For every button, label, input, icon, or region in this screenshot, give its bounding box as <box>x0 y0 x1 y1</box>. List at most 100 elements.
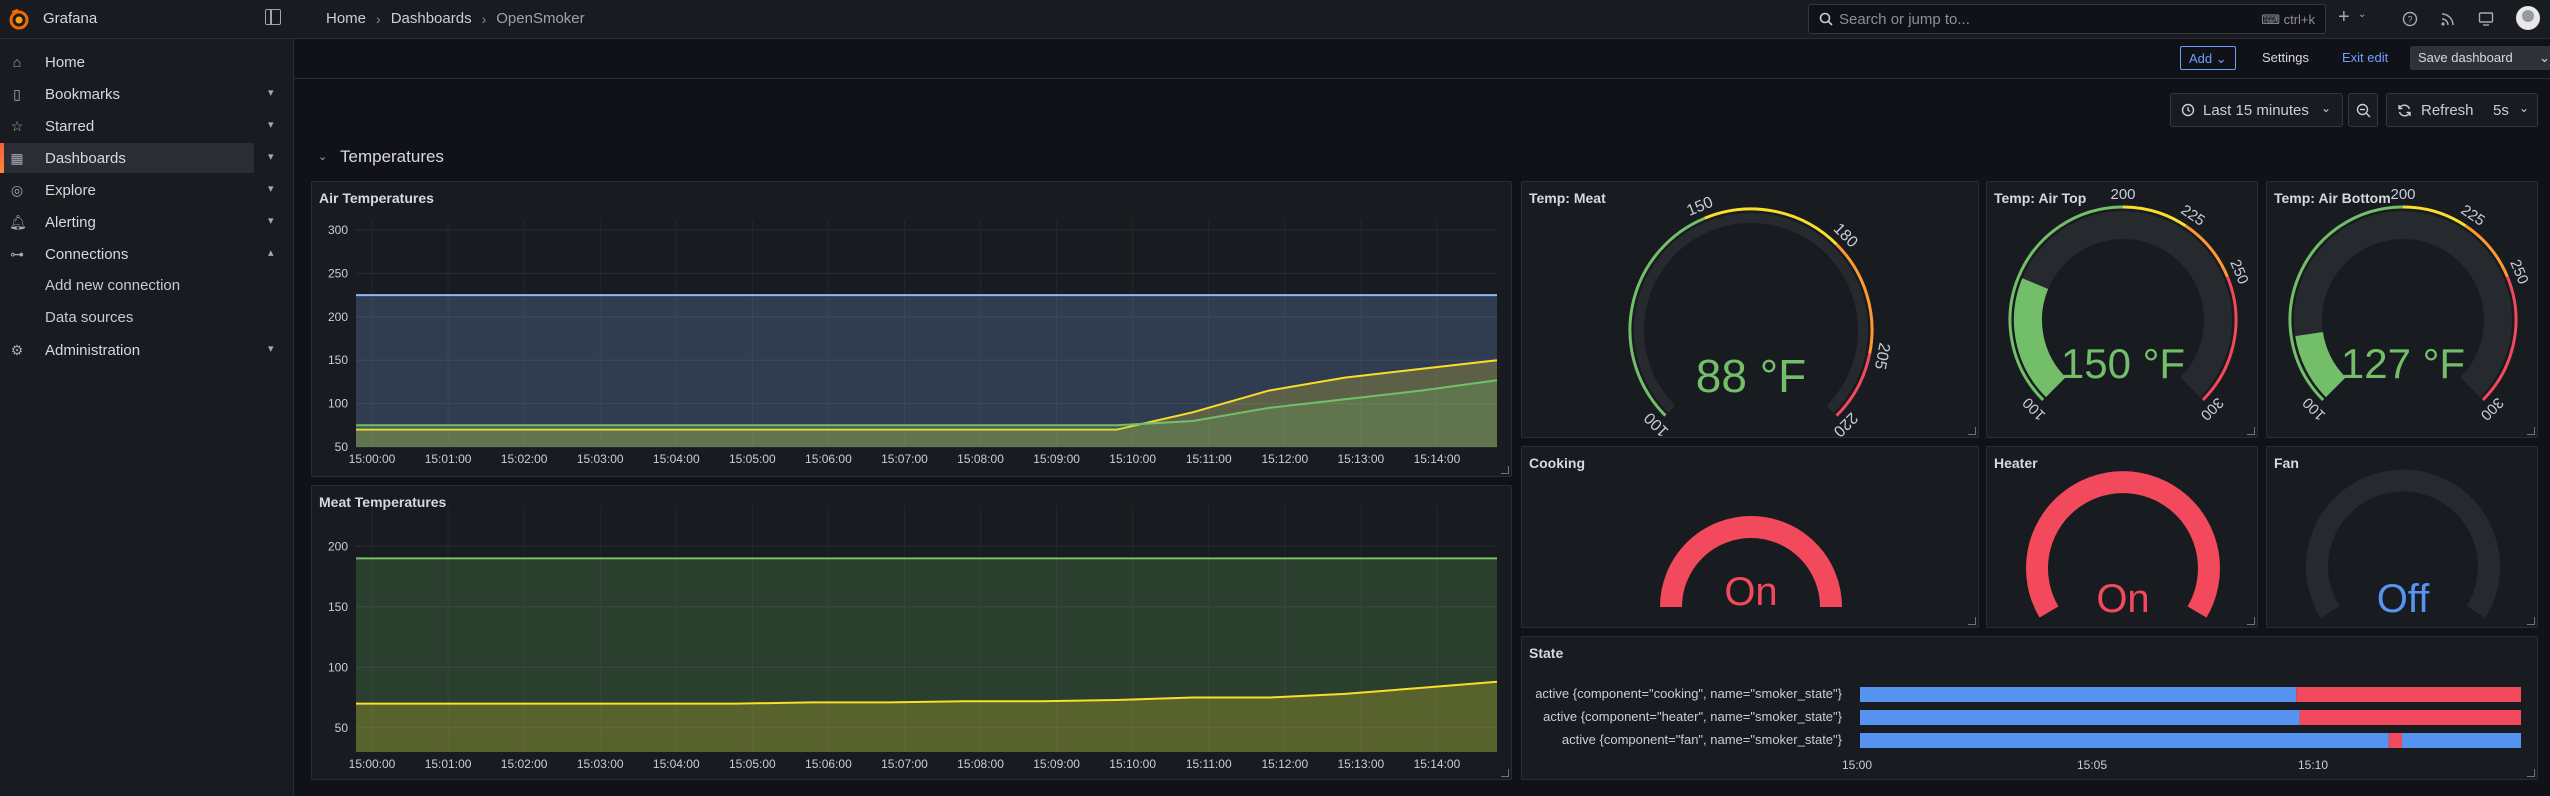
x-tick-label: 15:09:00 <box>1033 452 1080 466</box>
state-row-label: active {component="heater", name="smoker… <box>1543 709 1843 724</box>
save-dashboard-button[interactable]: Save dashboard ⌄ <box>2410 46 2550 70</box>
gauge-tick-label: 200 <box>2390 186 2415 203</box>
chevron-down-icon[interactable]: ▾ <box>268 150 274 163</box>
y-tick-label: 200 <box>328 310 348 324</box>
search-placeholder: Search or jump to... <box>1839 11 1970 28</box>
cooking-gauge: On <box>1660 516 1842 614</box>
meat-temperatures-panel[interactable]: Meat Temperatures 200 150 100 50 15:00:00 15:… <box>311 485 1512 780</box>
monitor-icon[interactable] <box>2478 11 2494 27</box>
sync-icon <box>2398 104 2411 117</box>
time-range-picker[interactable]: Last 15 minutes ⌄ <box>2170 93 2343 127</box>
sidebar: ⌂ Home ▯ Bookmarks ▾ ☆ Starred ▾ ▦ Dashb… <box>0 39 294 796</box>
breadcrumb: Home › Dashboards › OpenSmoker <box>326 10 585 27</box>
sidebar-subitem-add-connection[interactable]: Add new connection <box>45 277 180 294</box>
chevron-down-icon[interactable]: ⌄ <box>2358 9 2366 20</box>
resize-handle[interactable] <box>1968 427 1976 435</box>
sidebar-item-home[interactable]: ⌂ Home <box>0 47 290 77</box>
sidebar-item-label: Starred <box>45 118 95 135</box>
x-tick-label: 15:04:00 <box>653 452 700 466</box>
resize-handle[interactable] <box>2527 617 2535 625</box>
y-tick-label: 200 <box>328 539 348 553</box>
state-row-label: active {component="cooking", name="smoke… <box>1535 686 1842 701</box>
sidebar-item-label: Explore <box>45 182 96 199</box>
zoom-out-icon <box>2356 103 2371 118</box>
keyboard-icon: ⌨ <box>2261 12 2284 27</box>
refresh-picker[interactable]: Refresh 5s ⌄ <box>2386 93 2538 127</box>
settings-button[interactable]: Settings <box>2254 46 2317 70</box>
top-bar: Grafana Home › Dashboards › OpenSmoker S… <box>0 0 2550 39</box>
gauge-tick-label: 205 <box>1871 341 1893 371</box>
chevron-right-icon: › <box>376 10 381 27</box>
fan-panel[interactable]: Fan Off <box>2266 446 2538 628</box>
x-tick-label: 15:11:00 <box>1186 452 1232 466</box>
resize-handle[interactable] <box>2247 427 2255 435</box>
chevron-down-icon[interactable]: ▾ <box>268 214 274 227</box>
x-tick-label: 15:10:00 <box>1109 757 1156 771</box>
chevron-down-icon[interactable]: ⌄ <box>2539 46 2550 70</box>
resize-handle[interactable] <box>1501 769 1509 777</box>
temp-air-top-panel[interactable]: Temp: Air Top 100 200 225 250 300 150 °F <box>1986 181 2258 438</box>
heater-panel[interactable]: Heater On <box>1986 446 2258 628</box>
chevron-down-icon[interactable]: ▾ <box>268 86 274 99</box>
temp-air-bottom-panel[interactable]: Temp: Air Bottom 100 200 225 250 300 127 °F <box>2266 181 2538 438</box>
sidebar-item-alerting[interactable]: 🔔︎ Alerting ▾ <box>0 207 290 237</box>
chevron-up-icon[interactable]: ▴ <box>268 246 274 259</box>
resize-handle[interactable] <box>2527 427 2535 435</box>
chevron-down-icon: ⌄ <box>2215 51 2227 66</box>
gauge-tick-label: 225 <box>2178 202 2208 230</box>
heater-gauge: On <box>2026 471 2220 621</box>
sidebar-item-dashboards[interactable]: ▦ Dashboards <box>0 143 254 173</box>
gauge-value: On <box>1724 570 1777 614</box>
help-icon[interactable]: ? <box>2402 11 2418 27</box>
grafana-logo-icon[interactable] <box>9 8 29 30</box>
plus-icon[interactable]: + <box>2338 6 2350 29</box>
chevron-down-icon[interactable]: ⌄ <box>2519 101 2529 115</box>
temp-meat-panel[interactable]: Temp: Meat 100 150 180 205 220 88 °F <box>1521 181 1979 439</box>
refresh-interval[interactable]: 5s <box>2493 102 2509 119</box>
gauge-value: On <box>2096 577 2149 621</box>
exit-edit-button[interactable]: Exit edit <box>2334 46 2396 70</box>
avatar[interactable] <box>2516 6 2540 30</box>
search-shortcut-text: ctrl+k <box>2283 12 2315 27</box>
resize-handle[interactable] <box>1968 617 1976 625</box>
gauge-tick-label: 300 <box>2477 394 2507 424</box>
row-title[interactable]: Temperatures <box>340 147 444 167</box>
x-tick-label: 15:14:00 <box>1414 757 1461 771</box>
resize-handle[interactable] <box>2527 769 2535 777</box>
zoom-out-button[interactable] <box>2348 93 2378 127</box>
sidebar-item-explore[interactable]: ◎ Explore ▾ <box>0 175 290 205</box>
state-panel[interactable]: State active {component="cooking", name=… <box>1521 636 2538 780</box>
gauge-tick-label: 180 <box>1830 220 1861 251</box>
refresh-button-label[interactable]: Refresh <box>2421 102 2474 119</box>
x-tick-label: 15:08:00 <box>957 452 1004 466</box>
cooking-panel[interactable]: Cooking On <box>1521 446 1979 628</box>
gauge-value: 88 °F <box>1696 350 1806 402</box>
resize-handle[interactable] <box>2247 617 2255 625</box>
sidebar-item-starred[interactable]: ☆ Starred ▾ <box>0 111 290 141</box>
x-tick-label: 15:13:00 <box>1338 757 1385 771</box>
search-input[interactable]: Search or jump to... ⌨ ctrl+k <box>1808 4 2326 34</box>
air-temperatures-panel[interactable]: Air Temperatures 300 250 200 150 100 50 15:00:… <box>311 181 1512 477</box>
dock-menu-icon[interactable] <box>265 9 281 25</box>
sidebar-item-connections[interactable]: ⊶ Connections ▴ <box>0 239 290 269</box>
breadcrumb-dashboards[interactable]: Dashboards <box>391 10 472 27</box>
x-tick-label: 15:07:00 <box>881 757 928 771</box>
sidebar-item-bookmarks[interactable]: ▯ Bookmarks ▾ <box>0 79 290 109</box>
fan-gauge: Off <box>2306 469 2500 621</box>
star-icon: ☆ <box>10 118 24 134</box>
state-segment <box>1860 710 2300 725</box>
home-icon: ⌂ <box>12 54 22 70</box>
resize-handle[interactable] <box>1501 466 1509 474</box>
sidebar-subitem-data-sources[interactable]: Data sources <box>45 309 133 326</box>
chevron-down-icon[interactable]: ▾ <box>268 118 274 131</box>
row-collapse-icon[interactable]: ⌄ <box>318 150 327 163</box>
breadcrumb-home[interactable]: Home <box>326 10 366 27</box>
add-button[interactable]: Add ⌄ <box>2180 46 2236 70</box>
rss-icon[interactable] <box>2440 11 2456 27</box>
x-tick-label: 15:04:00 <box>653 757 700 771</box>
chevron-down-icon[interactable]: ▾ <box>268 342 274 355</box>
sidebar-item-administration[interactable]: ⚙ Administration ▾ <box>0 335 290 365</box>
chevron-down-icon[interactable]: ▾ <box>268 182 274 195</box>
x-tick-label: 15:03:00 <box>577 757 624 771</box>
x-tick-label: 15:00:00 <box>349 452 396 466</box>
